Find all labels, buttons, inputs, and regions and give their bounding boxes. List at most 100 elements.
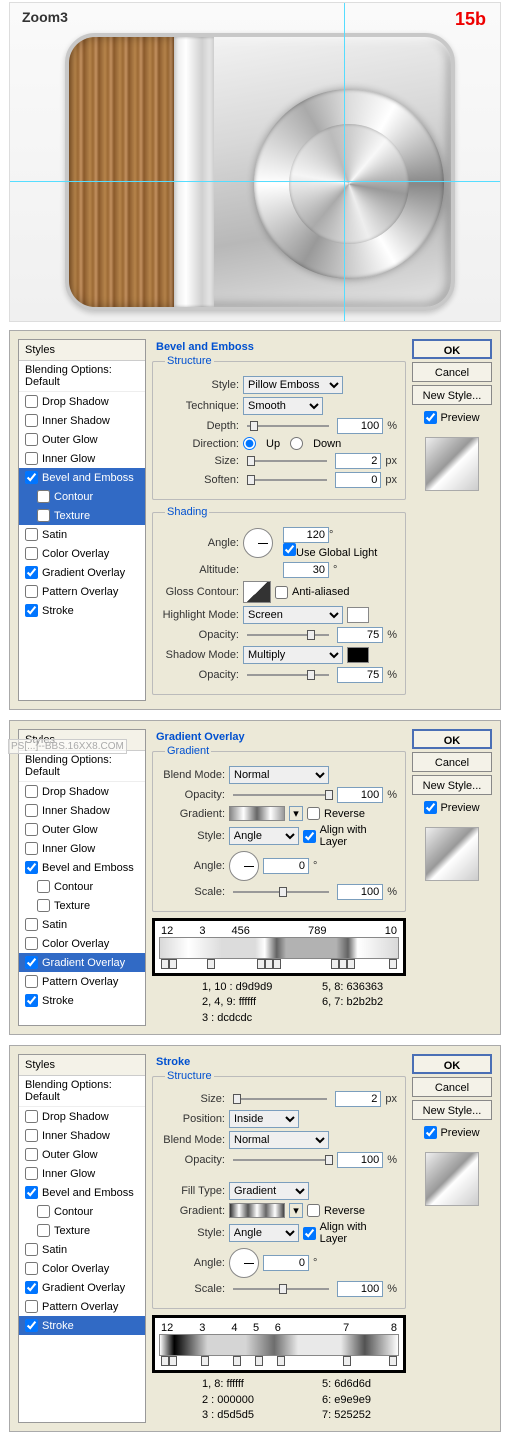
stroke-reverse-check[interactable] (307, 1204, 320, 1217)
texture-check[interactable] (37, 509, 50, 522)
depth-slider[interactable] (247, 418, 329, 434)
inner-shadow-row[interactable]: Inner Shadow (19, 411, 145, 430)
grad-scale-input[interactable] (337, 884, 383, 900)
gradient-settings: Gradient Overlay Gradient Blend Mode:Nor… (152, 729, 406, 1026)
ok-button-3[interactable]: OK (412, 1054, 492, 1074)
stroke-gradient-dropdown[interactable]: ▾ (289, 1203, 303, 1218)
gradient-preview[interactable] (229, 806, 285, 821)
size-input[interactable] (335, 453, 381, 469)
stroke-opacity-input[interactable] (337, 1152, 383, 1168)
gradient-overlay-check[interactable] (25, 566, 38, 579)
fill-type-select[interactable]: Gradient (229, 1182, 309, 1200)
highlight-color[interactable] (347, 607, 369, 623)
stroke-angle-input[interactable] (263, 1255, 309, 1271)
inner-shadow-check[interactable] (25, 414, 38, 427)
structure-group: Structure Style:Pillow Emboss Technique:… (152, 355, 406, 500)
size-slider[interactable] (247, 453, 327, 469)
satin-check[interactable] (25, 528, 38, 541)
bevel-check[interactable] (25, 471, 38, 484)
texture-row[interactable]: Texture (19, 506, 145, 525)
satin-row[interactable]: Satin (19, 525, 145, 544)
stroke-blend-select[interactable]: Normal (229, 1131, 329, 1149)
ok-button-2[interactable]: OK (412, 729, 492, 749)
grad-opacity-slider[interactable] (233, 787, 329, 803)
shadow-opacity-slider[interactable] (247, 667, 329, 683)
stroke-structure: Structure Size:px Position:Inside Blend … (152, 1070, 406, 1309)
guide-vertical (344, 3, 345, 321)
cancel-button-2[interactable]: Cancel (412, 752, 492, 772)
stroke-gradient-preview[interactable] (229, 1203, 285, 1218)
new-style-button[interactable]: New Style... (412, 385, 492, 405)
pattern-overlay-check[interactable] (25, 585, 38, 598)
soften-input[interactable] (335, 472, 381, 488)
color-overlay-check[interactable] (25, 547, 38, 560)
inner-glow-row[interactable]: Inner Glow (19, 449, 145, 468)
cancel-button-3[interactable]: Cancel (412, 1077, 492, 1097)
stroke-style-select[interactable]: Angle (229, 1224, 299, 1242)
stroke-row[interactable]: Stroke (19, 601, 145, 620)
gradient-bar[interactable] (159, 937, 399, 959)
altitude-input[interactable] (283, 562, 329, 578)
grad-angle-input[interactable] (263, 858, 309, 874)
wood-grip (69, 37, 174, 307)
cancel-button[interactable]: Cancel (412, 362, 492, 382)
global-light-check[interactable] (283, 543, 296, 556)
blend-mode-select[interactable]: Normal (229, 766, 329, 784)
stroke-check[interactable] (25, 604, 38, 617)
shadow-color[interactable] (347, 647, 369, 663)
grad-angle-dial[interactable] (229, 851, 259, 881)
dir-up[interactable] (243, 437, 256, 450)
outer-glow-row[interactable]: Outer Glow (19, 430, 145, 449)
watermark: PS[...]--BBS.16XX8.COM (8, 739, 127, 754)
shadow-mode-select[interactable]: Multiply (243, 646, 343, 664)
preview-check[interactable] (424, 411, 437, 424)
doc-title: Zoom3 (22, 9, 68, 25)
gloss-contour[interactable] (243, 581, 271, 603)
preview-swatch (425, 437, 479, 491)
gradient-dropdown[interactable]: ▾ (289, 806, 303, 821)
depth-input[interactable] (337, 418, 383, 434)
outer-glow-check[interactable] (25, 433, 38, 446)
blending-options[interactable]: Blending Options: Default (19, 361, 145, 392)
bevel-row[interactable]: Bevel and Emboss (19, 468, 145, 487)
technique-select[interactable]: Smooth (243, 397, 323, 415)
highlight-opacity-slider[interactable] (247, 627, 329, 643)
stroke-angle-dial[interactable] (229, 1248, 259, 1278)
grad-style-select[interactable]: Angle (229, 827, 299, 845)
stroke-size-slider[interactable] (233, 1091, 327, 1107)
stroke-scale-slider[interactable] (233, 1281, 329, 1297)
drop-shadow-row[interactable]: Drop Shadow (19, 392, 145, 411)
stroke-align-check[interactable] (303, 1227, 316, 1240)
soften-slider[interactable] (247, 472, 327, 488)
align-check[interactable] (303, 830, 316, 843)
color-overlay-row[interactable]: Color Overlay (19, 544, 145, 563)
pattern-overlay-row[interactable]: Pattern Overlay (19, 582, 145, 601)
angle-dial[interactable] (243, 528, 273, 558)
stroke-scale-input[interactable] (337, 1281, 383, 1297)
new-style-button-3[interactable]: New Style... (412, 1100, 492, 1120)
new-style-button-2[interactable]: New Style... (412, 775, 492, 795)
grad-opacity-input[interactable] (337, 787, 383, 803)
reverse-check[interactable] (307, 807, 320, 820)
dir-down[interactable] (290, 437, 303, 450)
bevel-style-select[interactable]: Pillow Emboss (243, 376, 343, 394)
grad-scale-slider[interactable] (233, 884, 329, 900)
gradient-editor-2: 12345678 (152, 1315, 406, 1373)
position-select[interactable]: Inside (229, 1110, 299, 1128)
bevel-title: Bevel and Emboss (156, 341, 406, 353)
stroke-opacity-slider[interactable] (233, 1152, 329, 1168)
shadow-opacity-input[interactable] (337, 667, 383, 683)
highlight-mode-select[interactable]: Screen (243, 606, 343, 624)
stroke-gradient-bar[interactable] (159, 1334, 399, 1356)
contour-check[interactable] (37, 490, 50, 503)
ok-button[interactable]: OK (412, 339, 492, 359)
stroke-size-input[interactable] (335, 1091, 381, 1107)
highlight-opacity-input[interactable] (337, 627, 383, 643)
antialiased-check[interactable] (275, 586, 288, 599)
inner-glow-check[interactable] (25, 452, 38, 465)
angle-input[interactable] (283, 527, 329, 543)
drop-shadow-check[interactable] (25, 395, 38, 408)
contour-row[interactable]: Contour (19, 487, 145, 506)
layer-style-dialog-gradient: PS[...]--BBS.16XX8.COM Styles Blending O… (9, 720, 501, 1035)
gradient-overlay-row[interactable]: Gradient Overlay (19, 563, 145, 582)
